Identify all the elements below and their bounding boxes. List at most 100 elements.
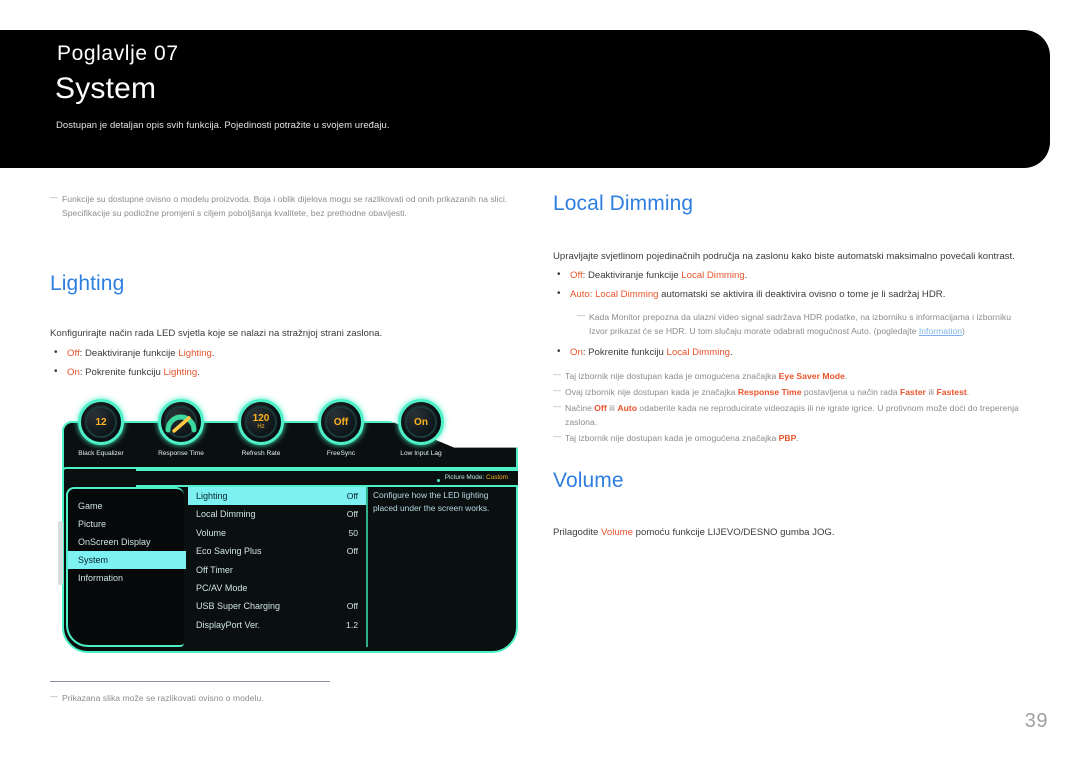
figure-footnote: Prikazana slika može se razlikovati ovis… bbox=[50, 690, 535, 705]
dial-ring: Off bbox=[318, 399, 364, 445]
osd-screenshot-illustration: 12 Black Equalizer Response Time 120 Hz … bbox=[58, 399, 518, 659]
option-end-text: . bbox=[211, 348, 215, 359]
osd-category-list: Game Picture OnScreen Display System Inf… bbox=[66, 487, 186, 647]
note-term-response-time: Response Time bbox=[737, 387, 802, 397]
dial-low-input-lag: On Low Input Lag bbox=[398, 399, 444, 457]
list-item: On: Pokrenite funkciju Local Dimming. bbox=[553, 344, 1023, 361]
page-title: System bbox=[55, 72, 157, 105]
option-key-on: On bbox=[67, 367, 80, 378]
option-term: Lighting bbox=[163, 367, 198, 378]
option-term: Local Dimming bbox=[681, 270, 745, 281]
osd-item-label: PC/AV Mode bbox=[196, 582, 248, 593]
dial-response-time: Response Time bbox=[158, 399, 204, 457]
page-number: 39 bbox=[1024, 710, 1048, 732]
osd-category-information[interactable]: Information bbox=[68, 569, 184, 587]
manual-page: Poglavlje 07 System Dostupan je detaljan… bbox=[0, 0, 1080, 763]
volume-body-text: Prilagodite Volume pomoću funkcije LIJEV… bbox=[553, 525, 1023, 540]
osd-picture-mode-strip: Picture Mode: Custom bbox=[136, 469, 518, 487]
note-text-a: Načine bbox=[565, 403, 595, 413]
osd-item-label: Local Dimming bbox=[196, 509, 256, 520]
option-mid-text: : Deaktiviranje funkcije bbox=[582, 270, 682, 281]
dial-value: 120 bbox=[252, 413, 270, 424]
dial-ring: On bbox=[398, 399, 444, 445]
dial-label: Low Input Lag bbox=[400, 450, 442, 457]
list-item: Off: Deaktiviranje funkcije Local Dimmin… bbox=[553, 267, 1023, 284]
picture-mode-value: Custom bbox=[485, 474, 508, 481]
osd-category-system[interactable]: System bbox=[68, 551, 186, 569]
osd-item-pc-av-mode[interactable]: PC/AV Mode bbox=[188, 579, 366, 597]
dial-label: Response Time bbox=[158, 450, 204, 457]
chapter-banner: Poglavlje 07 System Dostupan je detaljan… bbox=[0, 30, 1050, 168]
list-item: On: Pokrenite funkciju Lighting. bbox=[50, 364, 535, 381]
section-heading-lighting: Lighting bbox=[50, 272, 125, 295]
option-mid-text: : Deaktiviranje funkcije bbox=[79, 348, 179, 359]
osd-item-list: Lighting Off Local Dimming Off Volume 50 Ec… bbox=[188, 487, 368, 651]
osd-item-value: Off bbox=[346, 546, 358, 557]
dial-value: 12 bbox=[95, 416, 107, 428]
local-dimming-on-list: On: Pokrenite funkciju Local Dimming. bbox=[553, 344, 1023, 361]
note-text-c: ili bbox=[606, 403, 618, 413]
osd-item-eco-saving-plus[interactable]: Eco Saving Plus Off bbox=[188, 542, 366, 560]
option-key-on: On bbox=[570, 347, 583, 358]
figure-footnote-block: Prikazana slika može se razlikovati ovis… bbox=[50, 681, 535, 705]
information-link[interactable]: Information bbox=[919, 326, 962, 336]
note-term-pbp: PBP bbox=[778, 433, 797, 443]
option-rest-text: automatski se aktivira ili deaktivira ov… bbox=[658, 289, 946, 300]
note-eye-saver-mode: Taj izbornik nije dostupan kada je omogu… bbox=[553, 368, 1023, 383]
lighting-options-list: Off: Deaktiviranje funkcije Lighting. On… bbox=[50, 345, 535, 381]
dial-label: Black Equalizer bbox=[78, 450, 124, 457]
volume-term: Volume bbox=[601, 527, 633, 538]
osd-item-usb-super-charging[interactable]: USB Super Charging Off bbox=[188, 597, 366, 615]
dial-refresh-rate: 120 Hz Refresh Rate bbox=[238, 399, 284, 457]
dial-ring: 12 bbox=[78, 399, 124, 445]
option-mid-text: : Pokrenite funkciju bbox=[79, 367, 164, 378]
note-text-c: . bbox=[844, 371, 848, 381]
picture-mode-readout: Picture Mode: Custom bbox=[445, 474, 508, 481]
dial-black-equalizer: 12 Black Equalizer bbox=[78, 399, 124, 457]
osd-dial-row: 12 Black Equalizer Response Time 120 Hz … bbox=[68, 399, 518, 465]
note-term-fastest: Fastest bbox=[936, 387, 967, 397]
dial-value: On bbox=[414, 416, 428, 428]
osd-item-value: Off bbox=[346, 509, 358, 520]
option-end-text: . bbox=[744, 270, 748, 281]
note-text-g: . bbox=[966, 387, 970, 397]
osd-description-panel: Configure how the LED lighting placed un… bbox=[373, 490, 490, 513]
osd-item-label: USB Super Charging bbox=[196, 601, 281, 612]
footnote-divider bbox=[50, 681, 330, 682]
osd-item-local-dimming[interactable]: Local Dimming Off bbox=[188, 505, 366, 523]
note-text-a: Taj izbornik nije dostupan kada je omogu… bbox=[565, 433, 779, 443]
dial-ring bbox=[158, 399, 204, 445]
local-dimming-options-list: Off: Deaktiviranje funkcije Local Dimmin… bbox=[553, 267, 1023, 303]
option-mid-text: : Pokrenite funkciju bbox=[582, 347, 667, 358]
note-term-auto: Auto bbox=[617, 403, 638, 413]
osd-item-value: Off bbox=[346, 491, 358, 501]
osd-item-volume[interactable]: Volume 50 bbox=[188, 524, 366, 542]
option-key-auto: Auto: Local Dimming bbox=[570, 289, 659, 300]
osd-scrollbar[interactable] bbox=[58, 521, 63, 585]
note-text-c: . bbox=[796, 433, 799, 443]
dial-label: Refresh Rate bbox=[241, 450, 281, 457]
volume-text-a: Prilagodite bbox=[553, 527, 601, 538]
note-term-eye-saver-mode: Eye Saver Mode bbox=[778, 371, 845, 381]
dial-value: Off bbox=[333, 416, 349, 428]
note-response-time: Ovaj izbornik nije dostupan kada je znač… bbox=[553, 384, 1023, 399]
osd-item-lighting[interactable]: Lighting Off bbox=[188, 487, 366, 506]
list-item: Off: Deaktiviranje funkcije Lighting. bbox=[50, 345, 535, 362]
local-dimming-body-text: Upravljajte svjetlinom pojedinačnih podr… bbox=[553, 251, 1015, 262]
volume-text-b: pomoću funkcije LIJEVO/DESNO gumba JOG. bbox=[633, 527, 835, 538]
hdr-subnote: Kada Monitor prepozna da ulazni video si… bbox=[577, 309, 1023, 338]
osd-item-displayport-ver[interactable]: DisplayPort Ver. 1.2 bbox=[188, 616, 366, 634]
osd-item-label: Volume bbox=[196, 527, 227, 538]
osd-item-off-timer[interactable]: Off Timer bbox=[188, 561, 366, 579]
local-dimming-notes: Taj izbornik nije dostupan kada je omogu… bbox=[553, 368, 1023, 445]
osd-category-onscreen-display[interactable]: OnScreen Display bbox=[68, 533, 184, 551]
note-term-faster: Faster bbox=[899, 387, 926, 397]
dial-ring: 120 Hz bbox=[238, 399, 284, 445]
left-column: Funkcije su dostupne ovisno o modelu pro… bbox=[50, 191, 535, 705]
dial-unit: Hz bbox=[257, 424, 265, 430]
osd-category-picture[interactable]: Picture bbox=[68, 515, 184, 533]
banner-subtitle: Dostupan je detaljan opis svih funkcija.… bbox=[56, 120, 390, 131]
osd-category-game[interactable]: Game bbox=[68, 497, 184, 515]
note-text-a: Ovaj izbornik nije dostupan kada je znač… bbox=[565, 387, 738, 397]
bullet-dot-icon bbox=[437, 478, 440, 482]
